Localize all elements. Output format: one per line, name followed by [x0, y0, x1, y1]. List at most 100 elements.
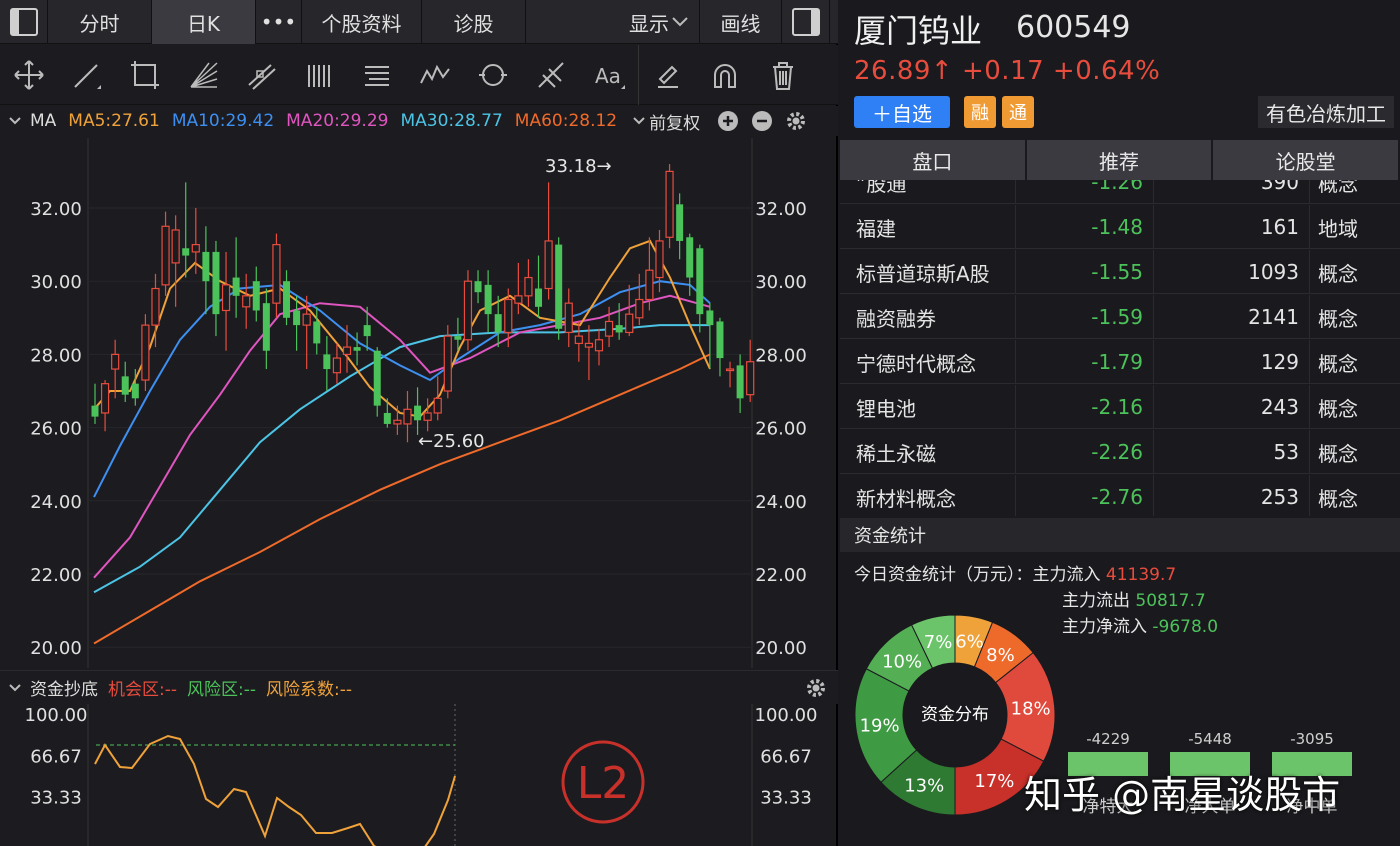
bar-value: -4229 — [1086, 730, 1130, 748]
sub-y-tick-right: 33.33 — [760, 788, 812, 809]
right-panel-toggle[interactable] — [782, 0, 830, 44]
draw-line-button[interactable]: 画线 — [700, 0, 782, 44]
channel-icon — [248, 63, 276, 90]
candle-body — [212, 251, 220, 315]
wave-tool[interactable] — [406, 45, 464, 105]
cycle-tool[interactable] — [464, 45, 522, 105]
candle-body — [353, 347, 361, 351]
candle-body — [121, 376, 129, 395]
move-icon — [14, 59, 44, 90]
plate-row[interactable]: ”股通 -1.26 390 概念 — [840, 180, 1400, 204]
candle-body — [454, 336, 462, 340]
connect-badge: 通 — [1002, 96, 1034, 128]
eraser-tool[interactable] — [638, 44, 696, 105]
plate-row[interactable]: 标普道琼斯A股 -1.55 1093 概念 — [840, 250, 1400, 294]
donut-pct-label: 13% — [904, 775, 944, 796]
plate-row[interactable]: 福建 -1.48 161 地域 — [840, 205, 1400, 249]
y-tick-right: 32.00 — [755, 199, 807, 220]
stock-name: 厦门钨业 — [854, 12, 983, 50]
gear-icon[interactable] — [784, 109, 808, 133]
candle-body — [393, 419, 402, 425]
y-tick-left: 32.00 — [30, 199, 82, 220]
tab-diagnose[interactable]: 诊股 — [422, 0, 526, 44]
candle-body — [423, 412, 432, 421]
plate-table: ”股通 -1.26 390 概念 福建 -1.48 161 地域 标普道琼斯A股 -1.55 109… — [840, 180, 1400, 516]
candle-body — [91, 405, 99, 417]
tab-more[interactable]: ••• — [256, 0, 302, 44]
tab-order-book[interactable]: 盘口 — [840, 140, 1027, 180]
collapse-chevron-icon[interactable] — [0, 678, 30, 698]
candle-body — [474, 281, 482, 293]
delete-tool[interactable] — [754, 45, 812, 105]
plate-name: 福建 — [840, 205, 1016, 249]
y-tick-right: 24.00 — [755, 492, 807, 513]
minus-circle-icon[interactable] — [750, 109, 774, 133]
candle-body — [242, 295, 251, 308]
fan-tool[interactable] — [174, 45, 232, 105]
text-tool[interactable]: Aa — [580, 45, 638, 105]
rect-tool[interactable] — [116, 45, 174, 105]
candle-body — [403, 408, 412, 425]
fund-section-header: 资金统计 — [840, 518, 1400, 552]
bar-value: -3095 — [1290, 730, 1334, 748]
candle-body — [584, 342, 594, 348]
donut-pct-label: 7% — [924, 632, 953, 653]
candle-body — [252, 281, 260, 311]
ma30-value: MA30:28.77 — [400, 111, 503, 131]
candle-body — [323, 354, 331, 370]
plus-circle-icon[interactable] — [716, 109, 740, 133]
display-dropdown[interactable]: 显示 — [526, 0, 700, 44]
sub-y-tick-right: 100.00 — [755, 705, 818, 726]
add-watchlist-button[interactable]: ＋自选 — [854, 96, 950, 128]
channel-tool[interactable] — [232, 45, 290, 105]
ma-label[interactable]: MA — [30, 111, 56, 131]
industry-tag[interactable]: 有色冶炼加工 — [1258, 96, 1394, 128]
candle-body — [342, 346, 352, 356]
indicator-chart[interactable]: 100.00 66.67 33.33 100.00 66.67 33.33 L2 — [0, 704, 838, 846]
k-line-chart[interactable]: 32.00 30.00 28.00 26.00 24.00 22.00 20.00 32.0… — [0, 138, 838, 668]
candle-body — [100, 383, 110, 414]
text-box-tool[interactable] — [348, 45, 406, 105]
candle-body — [504, 298, 513, 334]
candle-body — [655, 240, 664, 279]
candle-body — [574, 335, 583, 345]
candle-body — [716, 321, 724, 359]
candle-body — [383, 412, 391, 424]
plate-name: 新材料概念 — [840, 475, 1016, 516]
gear-icon[interactable] — [804, 676, 828, 700]
indicator-name[interactable]: 资金抄底 — [30, 675, 98, 700]
candle-body — [283, 281, 291, 318]
magnet-tool[interactable] — [696, 45, 754, 105]
plate-row[interactable]: 宁德时代概念 -1.79 129 概念 — [840, 340, 1400, 384]
tab-intraday[interactable]: 分时 — [48, 0, 152, 44]
tab-daily-k[interactable]: 日K — [152, 0, 256, 44]
candle-body — [313, 321, 321, 344]
adjust-dropdown[interactable]: 前复权 — [649, 109, 700, 134]
move-tool[interactable] — [0, 45, 58, 105]
candle-body — [463, 280, 473, 341]
magnet-icon — [714, 63, 736, 88]
plate-type: 概念 — [1318, 306, 1358, 331]
donut-pct-label: 6% — [955, 631, 984, 652]
sub-y-tick-left: 33.33 — [30, 788, 82, 809]
candle-body — [182, 248, 190, 256]
panel-left-icon — [9, 8, 38, 36]
tab-recommend[interactable]: 推荐 — [1026, 140, 1214, 180]
pitchfork-tool[interactable] — [522, 45, 580, 105]
line-tool[interactable] — [58, 45, 116, 105]
candle-body — [202, 251, 210, 282]
plate-row[interactable]: 锂电池 -2.16 243 概念 — [840, 385, 1400, 429]
plate-row[interactable]: 新材料概念 -2.76 253 概念 — [840, 475, 1400, 516]
plate-change: -2.76 — [1016, 475, 1154, 516]
left-panel-toggle[interactable] — [0, 0, 48, 44]
plate-row[interactable]: 稀土永磁 -2.26 53 概念 — [840, 430, 1400, 474]
plate-row[interactable]: 融资融券 -1.59 2141 概念 — [840, 295, 1400, 339]
plate-count: 2141 — [1154, 295, 1310, 339]
plate-type: 概念 — [1318, 396, 1358, 421]
tab-forum[interactable]: 论股堂 — [1213, 140, 1400, 180]
period-tool[interactable] — [290, 45, 348, 105]
plate-count: 129 — [1154, 340, 1310, 384]
collapse-chevron-icon[interactable] — [0, 111, 30, 131]
tab-stock-info[interactable]: 个股资料 — [302, 0, 422, 44]
plate-name: 稀土永磁 — [840, 430, 1016, 474]
